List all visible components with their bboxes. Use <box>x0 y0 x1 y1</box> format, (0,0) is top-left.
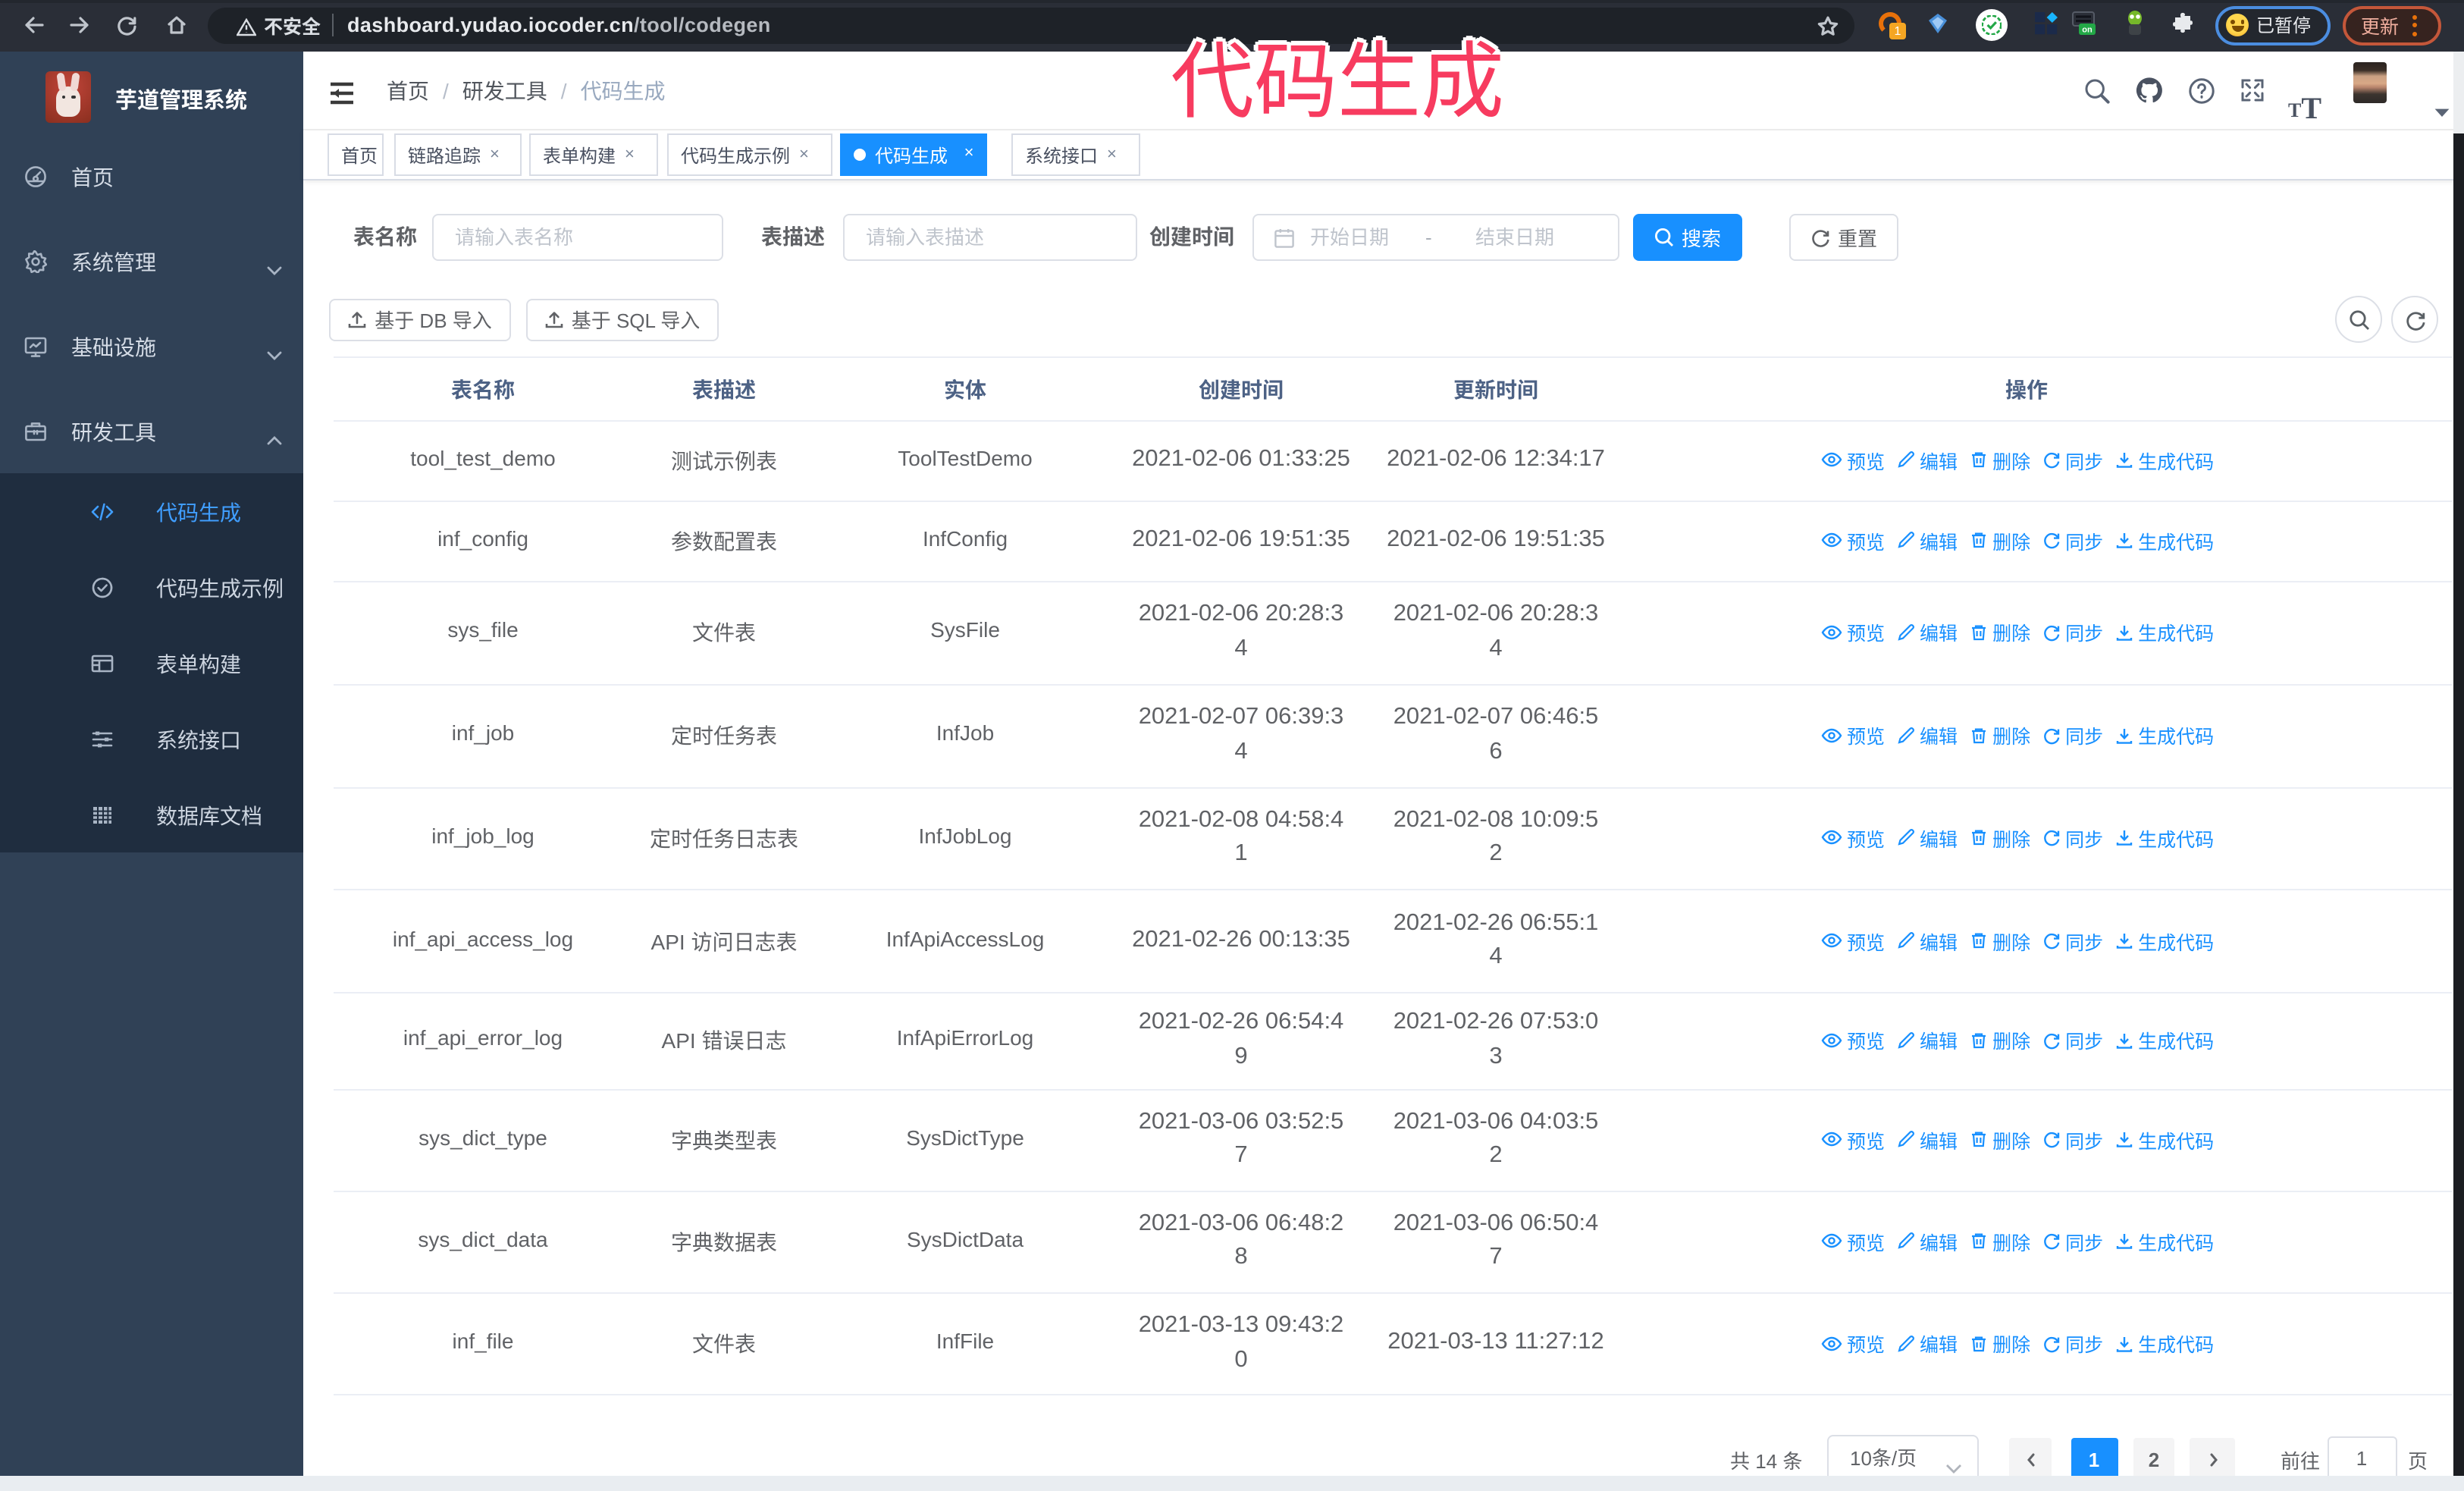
svg-text:on: on <box>2082 25 2093 34</box>
